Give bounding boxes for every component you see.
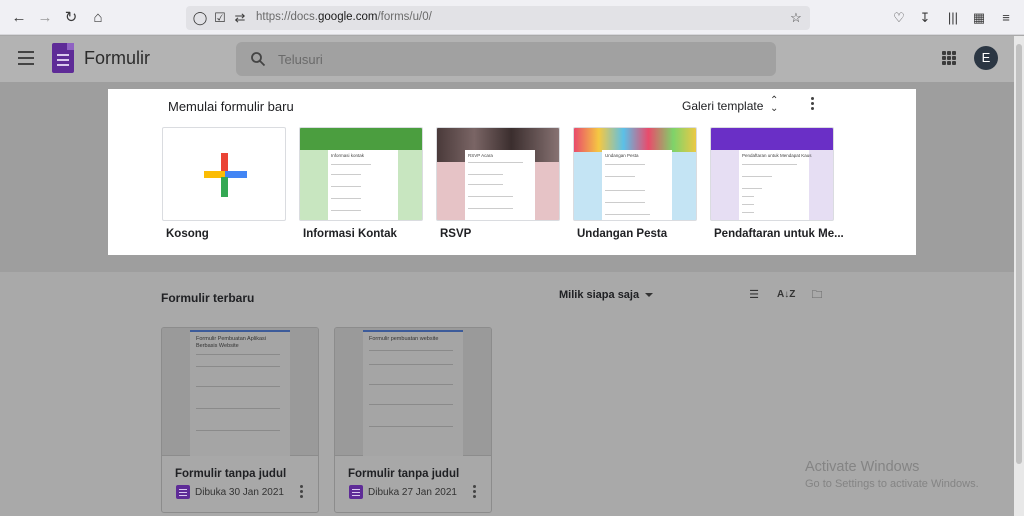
- library-icon[interactable]: |||: [944, 9, 962, 27]
- unfold-icon[interactable]: ⌃ ⌄: [770, 96, 778, 114]
- form-thumbnail: Formulir Pembuatan Aplikasi Berbasis Web…: [162, 328, 318, 456]
- avatar[interactable]: E: [974, 46, 998, 70]
- template-blank[interactable]: [162, 127, 286, 221]
- recent-form-card[interactable]: Formulir pembuatan website Formulir tanp…: [334, 327, 492, 513]
- template-preview: Pendaftaran untuk Mendapat Kaus: [739, 150, 812, 220]
- form-name[interactable]: Formulir tanpa judul: [348, 468, 459, 480]
- sort-az-icon[interactable]: A↓Z: [777, 288, 795, 302]
- template-party-invite[interactable]: Undangan Pesta: [573, 127, 697, 221]
- template-label[interactable]: Pendaftaran untuk Me...: [714, 228, 844, 240]
- search-placeholder: Telusuri: [278, 52, 323, 67]
- template-preview: Informasi kontak: [328, 150, 398, 220]
- more-options-icon[interactable]: [471, 485, 477, 501]
- template-contact-info[interactable]: Informasi kontak: [299, 127, 423, 221]
- template-rsvp[interactable]: RSVP Acara: [436, 127, 560, 221]
- more-options-icon[interactable]: [298, 485, 304, 501]
- forms-doc-icon: [349, 485, 363, 499]
- browser-toolbar: ← → ↻ ⌂ ◯ ☑ ⇄ https://docs.google.com/fo…: [0, 0, 1024, 35]
- recent-form-card[interactable]: Formulir Pembuatan Aplikasi Berbasis Web…: [161, 327, 319, 513]
- url-text[interactable]: https://docs.google.com/forms/u/0/: [256, 11, 432, 23]
- template-header-band: [300, 128, 422, 150]
- pocket-icon[interactable]: ♡: [890, 9, 908, 27]
- template-header-balloons: [574, 128, 696, 152]
- recent-forms-heading: Formulir terbaru: [161, 291, 255, 305]
- template-gallery-button[interactable]: Galeri template: [682, 99, 763, 113]
- form-opened-date: Dibuka 30 Jan 2021: [195, 487, 284, 498]
- forms-logo-icon[interactable]: [52, 43, 74, 73]
- more-options-icon[interactable]: [808, 97, 816, 113]
- plus-icon: [204, 153, 247, 197]
- hamburger-menu-icon[interactable]: [18, 51, 34, 65]
- scrollbar-thumb[interactable]: [1016, 44, 1022, 464]
- search-icon[interactable]: [250, 51, 266, 67]
- google-apps-icon[interactable]: [942, 51, 956, 65]
- back-icon[interactable]: ←: [10, 9, 28, 27]
- shield-icon[interactable]: ◯: [192, 9, 208, 27]
- dropdown-caret-icon: [645, 293, 654, 298]
- reload-icon[interactable]: ↻: [62, 9, 80, 27]
- app-title[interactable]: Formulir: [84, 48, 150, 69]
- page-scrollbar[interactable]: [1014, 36, 1024, 516]
- lock-icon[interactable]: ☑: [212, 9, 228, 27]
- template-label[interactable]: Kosong: [166, 228, 209, 240]
- forms-doc-icon: [176, 485, 190, 499]
- app-menu-icon[interactable]: ≡: [997, 9, 1015, 27]
- home-icon[interactable]: ⌂: [89, 9, 107, 27]
- download-icon[interactable]: ↧: [916, 9, 934, 27]
- list-view-icon[interactable]: ☰: [746, 288, 762, 302]
- search-input[interactable]: Telusuri: [236, 42, 776, 76]
- url-bar[interactable]: ◯ ☑ ⇄ https://docs.google.com/forms/u/0/…: [186, 6, 810, 30]
- template-preview: Undangan Pesta: [602, 150, 672, 220]
- activation-watermark-title: Activate Windows: [805, 459, 920, 475]
- owner-filter-dropdown[interactable]: Milik siapa saja: [559, 289, 654, 301]
- bookmark-star-icon[interactable]: ☆: [788, 9, 804, 27]
- template-label[interactable]: Undangan Pesta: [577, 228, 667, 240]
- template-heading: Memulai formulir baru: [168, 99, 294, 114]
- template-tshirt-signup[interactable]: Pendaftaran untuk Mendapat Kaus: [710, 127, 834, 221]
- permissions-icon[interactable]: ⇄: [232, 9, 248, 27]
- extension-icon[interactable]: ▦: [970, 9, 988, 27]
- template-label[interactable]: Informasi Kontak: [303, 228, 397, 240]
- form-name[interactable]: Formulir tanpa judul: [175, 468, 286, 480]
- folder-icon[interactable]: 🗀: [809, 288, 825, 302]
- form-thumbnail: Formulir pembuatan website: [335, 328, 491, 456]
- template-label[interactable]: RSVP: [440, 228, 471, 240]
- template-gallery: Memulai formulir baru Galeri template ⌃ ⌄…: [108, 89, 916, 255]
- activation-watermark-subtitle: Go to Settings to activate Windows.: [805, 478, 979, 490]
- template-header-band: [711, 128, 833, 150]
- template-preview: RSVP Acara: [465, 150, 535, 220]
- forward-icon[interactable]: →: [36, 9, 54, 27]
- form-opened-date: Dibuka 27 Jan 2021: [368, 487, 457, 498]
- app-header: Formulir Telusuri E: [0, 36, 1014, 82]
